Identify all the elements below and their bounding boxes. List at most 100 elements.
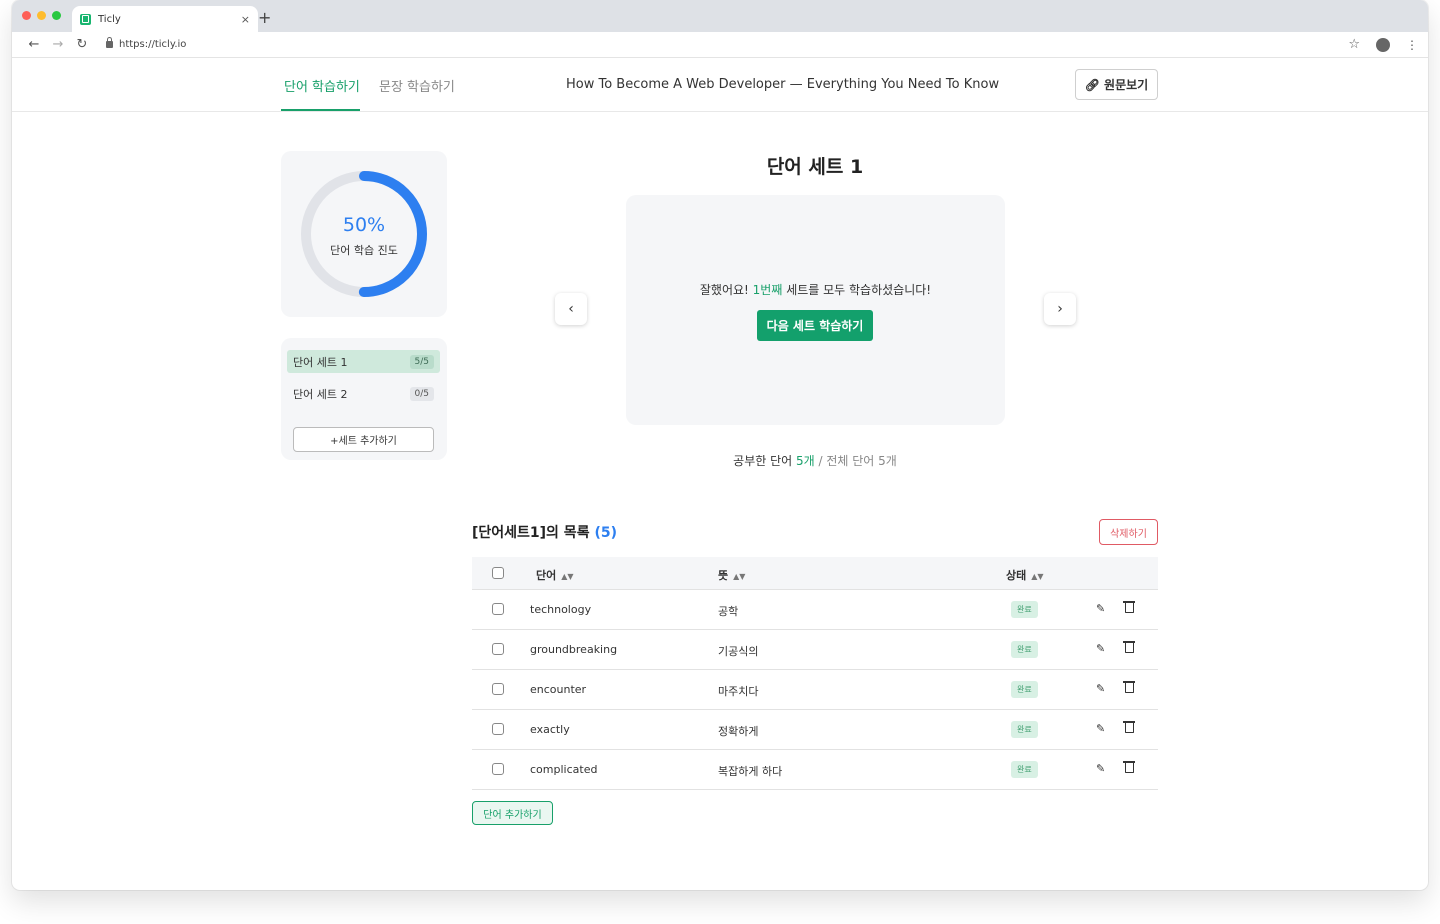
window-controls <box>22 11 61 20</box>
progress-card: 50% 단어 학습 진도 <box>281 151 447 317</box>
new-tab-button[interactable]: + <box>258 8 271 27</box>
trash-icon[interactable] <box>1123 681 1135 693</box>
close-window-button[interactable] <box>22 11 31 20</box>
completion-message-prefix: 잘했어요! <box>699 283 753 297</box>
trash-icon[interactable] <box>1123 761 1135 773</box>
chevron-left-icon: ‹ <box>568 301 574 317</box>
tab-close-icon[interactable]: × <box>241 13 250 26</box>
maximize-window-button[interactable] <box>52 11 61 20</box>
column-meaning[interactable]: 뜻 ▲▼ <box>718 567 745 583</box>
article-title: How To Become A Web Developer — Everythi… <box>566 77 1000 92</box>
back-icon[interactable]: ← <box>22 37 46 52</box>
add-set-button[interactable]: +세트 추가하기 <box>293 427 434 452</box>
edit-icon[interactable]: ✎ <box>1096 762 1105 775</box>
row-meaning: 기공식의 <box>718 645 759 658</box>
address-bar: ← → ↻ https://ticly.io ☆ ⋮ <box>12 32 1428 58</box>
delete-button[interactable]: 삭제하기 <box>1099 519 1158 545</box>
app-header: 단어 학습하기 문장 학습하기 How To Become A Web Deve… <box>12 58 1428 112</box>
column-status-label: 상태 <box>1006 569 1027 582</box>
study-set-title: 단어 세트 1 <box>766 156 864 178</box>
url-field[interactable]: https://ticly.io <box>102 34 1349 55</box>
trash-icon[interactable] <box>1123 601 1135 613</box>
table-row: technology 공학 완료 ✎ <box>472 590 1158 630</box>
next-set-study-button[interactable]: 다음 세트 학습하기 <box>757 310 873 341</box>
chevron-right-icon: › <box>1057 301 1063 317</box>
row-word: technology <box>530 603 592 616</box>
row-checkbox[interactable] <box>492 603 504 615</box>
word-table-header: 단어 ▲▼ 뜻 ▲▼ 상태 ▲▼ <box>472 557 1158 590</box>
studied-words-count: 5개 <box>796 454 815 468</box>
tab-word-study[interactable]: 단어 학습하기 <box>284 76 360 95</box>
study-card: 잘했어요! 1번째 세트를 모두 학습하셨습니다! 다음 세트 학습하기 <box>626 195 1005 425</box>
tab-sentence-study[interactable]: 문장 학습하기 <box>379 76 455 95</box>
forward-icon[interactable]: → <box>46 37 70 52</box>
tab-title: Ticly <box>98 13 121 25</box>
url-text: https://ticly.io <box>119 39 187 50</box>
row-word: complicated <box>530 763 598 776</box>
studied-words-label: 공부한 단어 <box>733 454 796 468</box>
table-row: exactly 정확하게 완료 ✎ <box>472 710 1158 750</box>
edit-icon[interactable]: ✎ <box>1096 642 1105 655</box>
column-word[interactable]: 단어 ▲▼ <box>536 567 574 583</box>
bookmark-star-icon[interactable]: ☆ <box>1348 37 1360 52</box>
browser-menu-icon[interactable]: ⋮ <box>1406 38 1418 52</box>
profile-avatar-icon[interactable] <box>1376 37 1390 52</box>
set-item-1[interactable]: 단어 세트 1 5/5 <box>287 350 440 373</box>
edit-icon[interactable]: ✎ <box>1096 722 1105 735</box>
stats-separator: / <box>814 454 827 468</box>
view-original-label: 원문보기 <box>1104 78 1149 92</box>
word-table: 단어 ▲▼ 뜻 ▲▼ 상태 ▲▼ technology 공학 완료 ✎ groundbreak… <box>472 557 1158 790</box>
browser-tab[interactable]: Ticly × <box>72 6 258 32</box>
status-badge: 완료 <box>1011 721 1038 738</box>
minimize-window-button[interactable] <box>37 11 46 20</box>
trash-icon[interactable] <box>1123 721 1135 733</box>
link-icon: 🔗︎ <box>1084 77 1101 92</box>
status-badge: 완료 <box>1011 761 1038 778</box>
row-word: groundbreaking <box>530 643 618 656</box>
row-checkbox[interactable] <box>492 683 504 695</box>
row-word: encounter <box>530 683 587 696</box>
word-list-title-text: [단어세트1]의 목록 <box>472 525 590 541</box>
row-meaning: 마주치다 <box>718 685 759 698</box>
completion-message-suffix: 세트를 모두 학습하셨습니다! <box>782 283 932 297</box>
word-stats: 공부한 단어 5개 / 전체 단어 5개 <box>615 452 1015 469</box>
set-item-count: 5/5 <box>409 354 434 369</box>
column-word-label: 단어 <box>536 569 557 582</box>
row-meaning: 정확하게 <box>718 725 759 738</box>
row-meaning: 복잡하게 하다 <box>718 765 783 778</box>
prev-set-button[interactable]: ‹ <box>555 293 587 325</box>
row-checkbox[interactable] <box>492 763 504 775</box>
status-badge: 완료 <box>1011 681 1038 698</box>
status-badge: 완료 <box>1011 601 1038 618</box>
row-word: exactly <box>530 723 570 736</box>
total-words-label: 전체 단어 5개 <box>826 454 897 468</box>
status-badge: 완료 <box>1011 641 1038 658</box>
completion-message: 잘했어요! 1번째 세트를 모두 학습하셨습니다! <box>626 281 1005 298</box>
next-set-arrow-button[interactable]: › <box>1044 293 1076 325</box>
table-row: groundbreaking 기공식의 완료 ✎ <box>472 630 1158 670</box>
edit-icon[interactable]: ✎ <box>1096 602 1105 615</box>
add-word-button[interactable]: 단어 추가하기 <box>472 801 553 825</box>
active-tab-indicator <box>281 109 360 111</box>
table-row: encounter 마주치다 완료 ✎ <box>472 670 1158 710</box>
set-item-label: 단어 세트 2 <box>293 387 348 401</box>
reload-icon[interactable]: ↻ <box>70 37 94 52</box>
select-all-checkbox[interactable] <box>492 567 504 579</box>
row-checkbox[interactable] <box>492 723 504 735</box>
row-meaning: 공학 <box>718 605 739 618</box>
completion-set-number: 1번째 <box>752 283 783 297</box>
lock-icon <box>106 37 113 48</box>
row-checkbox[interactable] <box>492 643 504 655</box>
sort-icon: ▲▼ <box>561 572 574 581</box>
view-original-button[interactable]: 🔗︎ 원문보기 <box>1075 69 1158 100</box>
ticly-favicon-icon <box>80 13 91 25</box>
column-status[interactable]: 상태 ▲▼ <box>1006 567 1044 583</box>
edit-icon[interactable]: ✎ <box>1096 682 1105 695</box>
trash-icon[interactable] <box>1123 641 1135 653</box>
set-item-label: 단어 세트 1 <box>293 355 348 369</box>
word-sets-panel: 단어 세트 1 5/5 단어 세트 2 0/5 +세트 추가하기 <box>281 338 447 460</box>
progress-label: 단어 학습 진도 <box>330 244 398 257</box>
set-item-2[interactable]: 단어 세트 2 0/5 <box>287 382 440 405</box>
column-meaning-label: 뜻 <box>718 569 729 582</box>
sort-icon: ▲▼ <box>733 572 746 581</box>
